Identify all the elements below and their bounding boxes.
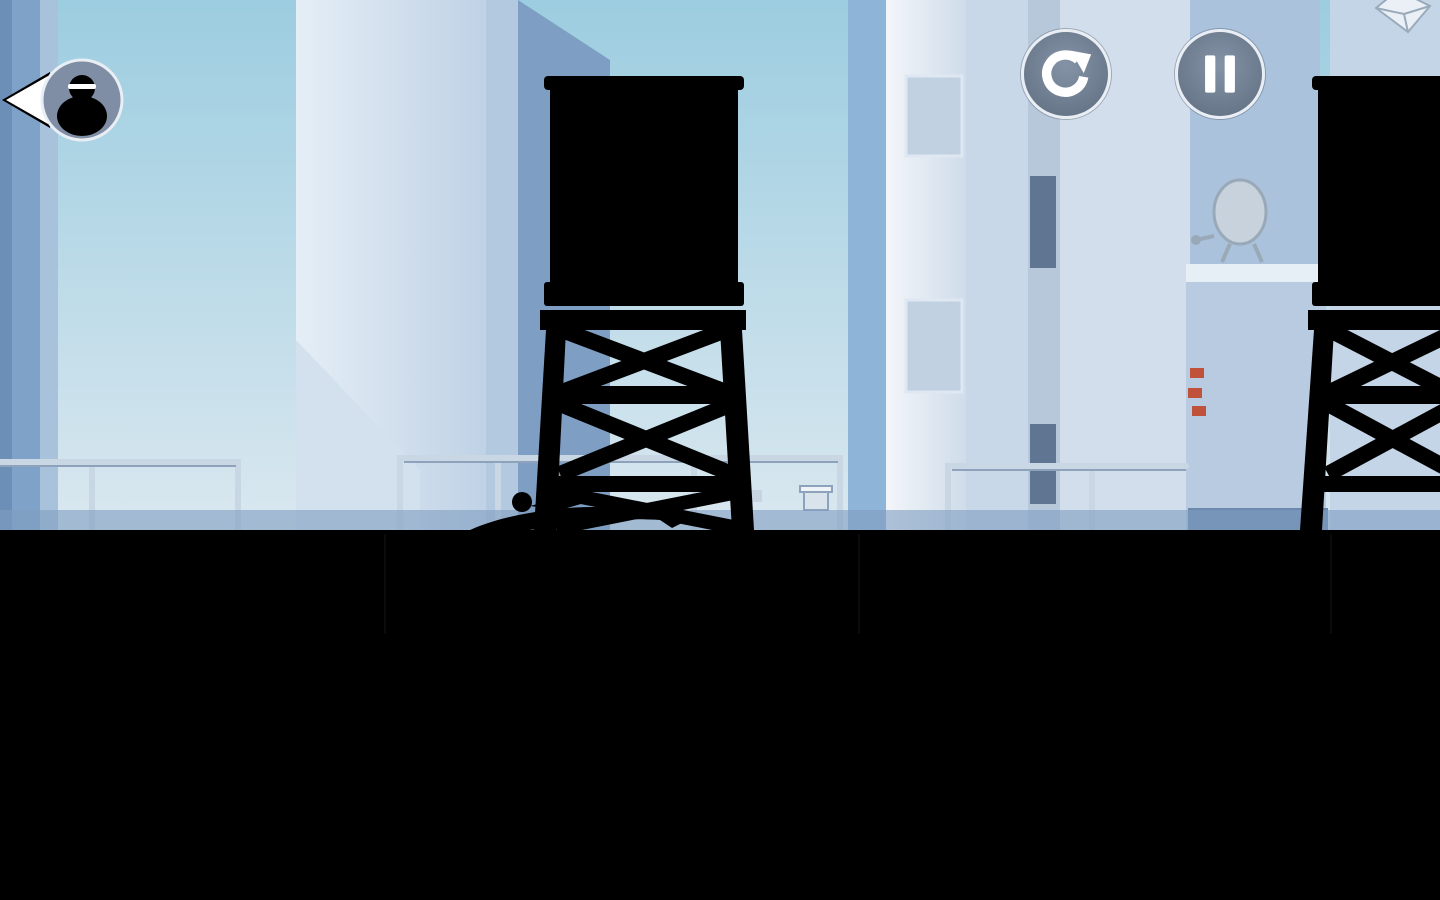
pause-button[interactable]	[1175, 29, 1265, 119]
game-scene	[0, 0, 1440, 900]
restart-button[interactable]	[1021, 29, 1111, 119]
crystal-collectible	[1368, 0, 1440, 36]
rooftop-ground	[0, 530, 1440, 900]
crystal-gem-icon	[1374, 0, 1432, 34]
hunter-silhouette-icon	[2, 58, 124, 142]
game-viewport[interactable]	[0, 0, 1440, 900]
restart-icon	[1042, 50, 1092, 97]
pause-icon	[1205, 55, 1235, 93]
offscreen-hunter-indicator[interactable]	[0, 58, 126, 144]
